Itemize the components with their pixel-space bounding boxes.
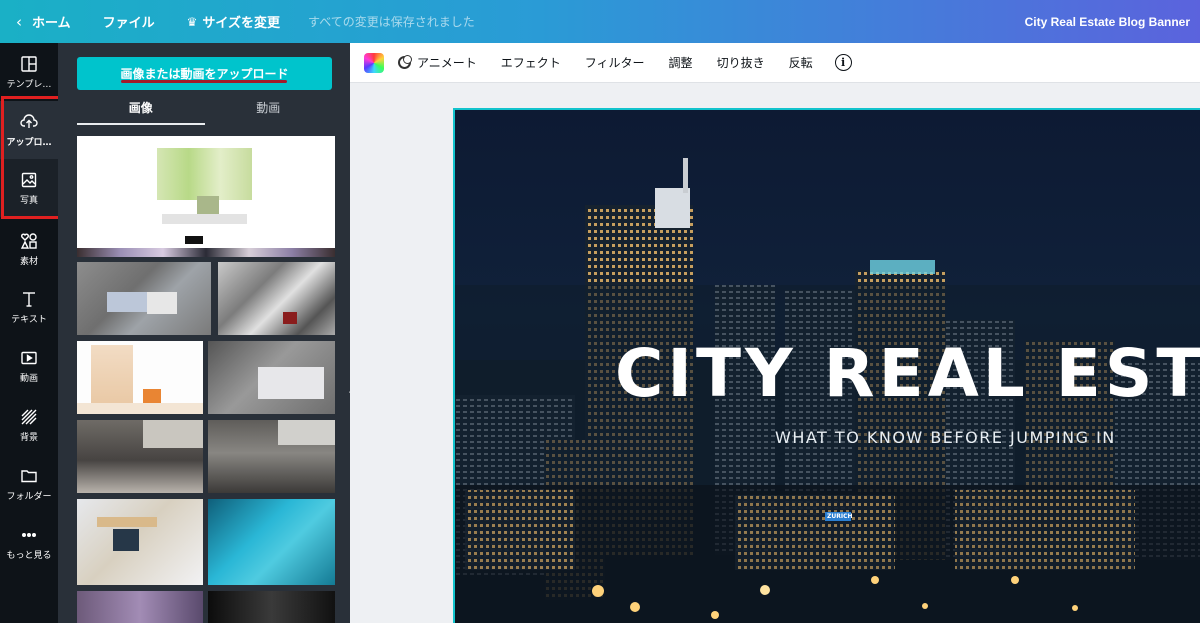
- uploaded-thumbnail[interactable]: [77, 136, 335, 257]
- folder-icon: [21, 469, 37, 482]
- template-icon: [21, 55, 37, 72]
- rail-label: 写真: [19, 195, 38, 206]
- more-icon: [22, 532, 36, 537]
- animate-icon: [398, 55, 412, 69]
- color-picker-swatch[interactable]: [364, 52, 384, 73]
- flip-button[interactable]: 反転: [777, 54, 825, 71]
- rail-label: 背景: [19, 432, 38, 443]
- rail-item-video[interactable]: 動画: [0, 337, 58, 395]
- info-icon[interactable]: i: [834, 54, 852, 71]
- elements-icon: [20, 232, 37, 249]
- background-icon: [21, 409, 37, 424]
- uploaded-thumbnail[interactable]: [77, 591, 203, 623]
- rail-item-uploads[interactable]: アップロ…: [0, 101, 58, 159]
- underline-annotation: [121, 80, 287, 83]
- uploaded-thumbnail[interactable]: [218, 262, 335, 335]
- design-canvas[interactable]: CITY REAL ESTA WHAT TO KNOW BEFORE JUMPI…: [453, 108, 1200, 623]
- text-icon: [23, 291, 35, 307]
- uploaded-thumbnail[interactable]: [77, 341, 203, 414]
- uploaded-thumbnail[interactable]: [208, 420, 335, 493]
- home-button[interactable]: ‹ ホーム: [0, 0, 87, 43]
- photo-icon: [21, 172, 37, 187]
- media-tabs: 画像 動画: [77, 97, 332, 125]
- rail-label: フォルダー: [6, 491, 52, 502]
- animate-label: アニメート: [417, 56, 477, 70]
- resize-button[interactable]: ♛ サイズを変更: [171, 0, 296, 43]
- rail-item-background[interactable]: 背景: [0, 396, 58, 454]
- rail-label: もっと見る: [6, 550, 52, 561]
- rail-label: テキスト: [11, 314, 47, 325]
- rail-item-elements[interactable]: 素材: [0, 220, 58, 278]
- crown-icon: ♛: [186, 14, 198, 29]
- uploaded-thumbnail[interactable]: [77, 420, 203, 493]
- adjust-button[interactable]: 調整: [657, 54, 705, 71]
- uploaded-thumbnail[interactable]: [208, 591, 335, 623]
- rail-label: 動画: [19, 373, 38, 384]
- rail-label: アップロ…: [6, 137, 52, 148]
- uploaded-thumbnail[interactable]: [77, 262, 211, 335]
- banner-title[interactable]: CITY REAL ESTA: [615, 335, 1200, 412]
- document-title[interactable]: City Real Estate Blog Banner: [1025, 15, 1200, 29]
- rail-item-text[interactable]: テキスト: [0, 278, 58, 336]
- rail-item-folder[interactable]: フォルダー: [0, 455, 58, 513]
- rail-item-more[interactable]: もっと見る: [0, 514, 58, 572]
- uploaded-thumbnail[interactable]: [77, 499, 203, 585]
- editor-toolbar: アニメート エフェクト フィルター 調整 切り抜き 反転 i: [350, 43, 1200, 83]
- rail-item-templates[interactable]: テンプレ…: [0, 43, 58, 101]
- animate-button[interactable]: アニメート: [398, 54, 489, 71]
- effect-button[interactable]: エフェクト: [489, 54, 573, 71]
- save-status: すべての変更は保存されました: [308, 15, 475, 29]
- tab-images[interactable]: 画像: [77, 97, 205, 125]
- rail-label: テンプレ…: [6, 79, 52, 90]
- banner-subtitle[interactable]: WHAT TO KNOW BEFORE JUMPING IN: [775, 428, 1116, 447]
- video-icon: [21, 351, 37, 364]
- crop-button[interactable]: 切り抜き: [705, 54, 777, 71]
- left-rail: テンプレ… アップロ… 写真 素材 テキスト 動画 背景 フォルダー もっと見る: [0, 43, 58, 623]
- upload-media-button[interactable]: 画像または動画をアップロード: [77, 57, 332, 90]
- rail-label: 素材: [19, 256, 38, 267]
- file-menu[interactable]: ファイル: [87, 0, 171, 43]
- uploaded-thumbnail[interactable]: [208, 341, 335, 414]
- uploaded-thumbnail[interactable]: [208, 499, 335, 585]
- home-label: ホーム: [32, 16, 71, 31]
- building-sign: ZURICH: [827, 513, 853, 520]
- resize-label: サイズを変更: [202, 16, 281, 31]
- uploads-panel: 画像または動画をアップロード 画像 動画: [58, 43, 350, 623]
- upload-cloud-icon: [20, 113, 38, 128]
- tab-videos[interactable]: 動画: [205, 97, 333, 125]
- top-bar: ‹ ホーム ファイル ♛ サイズを変更 すべての変更は保存されました City …: [0, 0, 1200, 43]
- filter-button[interactable]: フィルター: [573, 54, 657, 71]
- chevron-left-icon: ‹: [16, 12, 22, 31]
- rail-item-photos[interactable]: 写真: [0, 159, 58, 217]
